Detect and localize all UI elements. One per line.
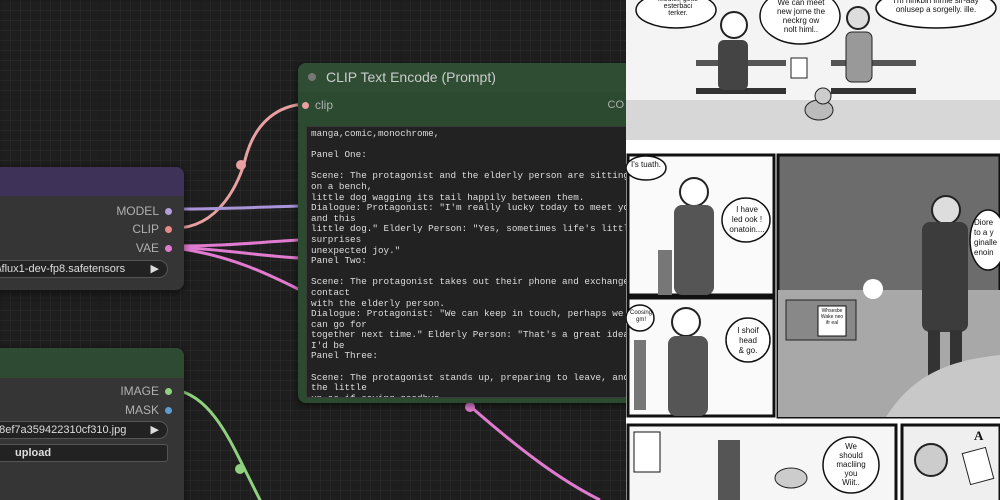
- node-header[interactable]: [0, 348, 184, 378]
- output-slot-dot[interactable]: [165, 244, 172, 252]
- wire-clip: [174, 102, 307, 230]
- output-conditioning-label[interactable]: CO: [608, 99, 625, 111]
- speech-bubble-text: Meulet, getie esterbaci terker.: [658, 0, 698, 17]
- node-title: CLIP Text Encode (Prompt): [326, 69, 496, 85]
- node-graph-canvas[interactable]: nt MODEL CLIP VAE x\flux1-dev-fp8.safete…: [0, 0, 626, 500]
- prompt-textarea[interactable]: manga,comic,monochrome, Panel One: Scene…: [306, 126, 626, 398]
- node-header[interactable]: CLIP Text Encode (Prompt): [298, 63, 626, 92]
- output-slot-dot[interactable]: [165, 207, 172, 215]
- output-model[interactable]: MODEL: [116, 204, 172, 218]
- speech-bubble-text: We can meet new jorne the neckrg ow nolt…: [776, 0, 826, 34]
- wire-vae-down: [469, 404, 601, 500]
- play-arrow-icon[interactable]: ▶: [151, 423, 159, 436]
- output-vae[interactable]: VAE: [136, 241, 172, 255]
- wire-vae-2: [174, 245, 301, 260]
- speech-bubble-text: I shoif head & go.: [737, 326, 759, 355]
- load-image-node[interactable]: IMAGE MASK d8ef7a359422310cf310.jpg ▶ up…: [0, 348, 184, 500]
- speech-bubble-text: I'm ninkbin inmie sir-aay onlusep a sorg…: [893, 0, 979, 14]
- ckpt-name-combo[interactable]: x\flux1-dev-fp8.safetensors ▶: [0, 260, 168, 278]
- node-header[interactable]: nt: [0, 167, 184, 196]
- speech-bubble-text: Coosing gm!: [629, 310, 652, 323]
- speech-bubble-text: I's tuath.: [631, 160, 661, 169]
- upload-button[interactable]: upload: [0, 444, 168, 462]
- output-slot-dot[interactable]: [165, 406, 172, 414]
- output-slot-dot[interactable]: [165, 387, 172, 395]
- speech-bubble-text: We should macliing you Wiit..: [836, 442, 866, 487]
- sign-text: Whsesbe Wake neo ifr eal: [820, 308, 844, 326]
- wire-model: [174, 204, 301, 211]
- output-mask[interactable]: MASK: [125, 403, 172, 417]
- wire-reroute-dot: [235, 464, 245, 474]
- node-status-dot: [308, 73, 316, 81]
- wire-reroute-dot: [236, 160, 246, 170]
- wire-image: [174, 388, 262, 500]
- wire-reroute-dot: [465, 402, 475, 412]
- play-arrow-icon[interactable]: ▶: [151, 262, 159, 275]
- checkpoint-loader-node[interactable]: nt MODEL CLIP VAE x\flux1-dev-fp8.safete…: [0, 167, 184, 290]
- output-image[interactable]: IMAGE: [120, 384, 172, 398]
- comic-panel-4: [776, 153, 1000, 419]
- comic-image-preview: Meulet, getie esterbaci terker. We can m…: [626, 0, 1000, 500]
- image-name-combo[interactable]: d8ef7a359422310cf310.jpg ▶: [0, 421, 168, 439]
- clip-text-encode-node[interactable]: CLIP Text Encode (Prompt) clip CO manga,…: [298, 63, 626, 403]
- input-clip[interactable]: clip: [302, 98, 333, 112]
- output-slot-dot[interactable]: [165, 225, 172, 233]
- speech-bubble-text: Diore to a y ginalle enoin: [974, 218, 998, 257]
- speech-bubble-text: A: [974, 428, 984, 443]
- speech-bubble-text: I have led ook ! onatoin....: [729, 205, 765, 234]
- wire-vae-3: [174, 246, 301, 292]
- comic-page-drawing: [626, 0, 1000, 500]
- input-slot-dot[interactable]: [302, 101, 309, 109]
- output-clip[interactable]: CLIP: [132, 222, 172, 236]
- wire-vae-1: [174, 238, 301, 248]
